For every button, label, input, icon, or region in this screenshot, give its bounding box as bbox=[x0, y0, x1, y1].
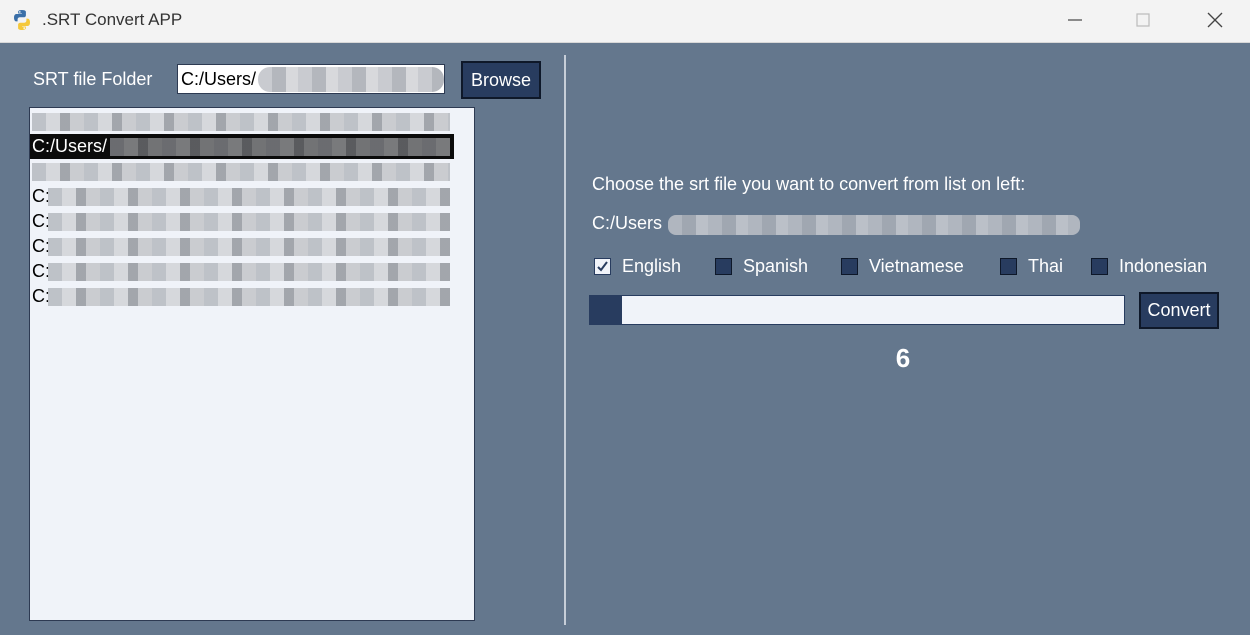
convert-button[interactable]: Convert bbox=[1139, 292, 1219, 329]
progress-counter: 6 bbox=[895, 343, 911, 373]
selected-file-path: C:/Users bbox=[592, 213, 663, 233]
english-checkbox[interactable] bbox=[594, 257, 611, 275]
window-title: .SRT Convert APP bbox=[42, 10, 183, 29]
spanish-checkbox[interactable] bbox=[715, 257, 732, 275]
instruction-text: Choose the srt file you want to convert … bbox=[592, 174, 1026, 194]
maximize-icon bbox=[1136, 13, 1150, 27]
list-item[interactable]: C: bbox=[30, 284, 454, 309]
close-button[interactable] bbox=[1180, 0, 1250, 40]
language-label: English bbox=[622, 255, 682, 276]
language-option-vietnamese[interactable]: Vietnamese bbox=[841, 254, 964, 278]
checkmark-icon bbox=[597, 260, 608, 272]
redacted-region bbox=[48, 288, 450, 306]
vietnamese-checkbox[interactable] bbox=[841, 257, 858, 275]
redacted-region bbox=[48, 213, 450, 231]
language-label: Spanish bbox=[743, 255, 809, 276]
conversion-progress-bar bbox=[589, 295, 1125, 325]
list-item[interactable] bbox=[30, 159, 454, 184]
redacted-region bbox=[258, 67, 444, 92]
vertical-divider bbox=[564, 55, 566, 625]
list-item[interactable]: C: bbox=[30, 234, 454, 259]
list-item[interactable] bbox=[30, 109, 454, 134]
language-option-thai[interactable]: Thai bbox=[1000, 254, 1063, 278]
minimize-icon bbox=[1068, 19, 1082, 21]
app-client-area: SRT file Folder Browse C:/Users/ C: C: C… bbox=[0, 43, 1250, 635]
indonesian-checkbox[interactable] bbox=[1091, 257, 1108, 275]
python-icon bbox=[14, 10, 30, 30]
redacted-region bbox=[32, 113, 450, 131]
folder-label: SRT file Folder bbox=[33, 69, 153, 89]
language-label: Thai bbox=[1028, 255, 1064, 276]
list-item[interactable]: C: bbox=[30, 184, 454, 209]
maximize-button[interactable] bbox=[1108, 0, 1178, 40]
language-option-spanish[interactable]: Spanish bbox=[715, 254, 808, 278]
redacted-region bbox=[48, 188, 450, 206]
language-label: Indonesian bbox=[1119, 255, 1208, 276]
thai-checkbox[interactable] bbox=[1000, 257, 1017, 275]
srt-file-list[interactable]: C:/Users/ C: C: C: C: C: bbox=[29, 107, 475, 621]
list-item[interactable]: C: bbox=[30, 209, 454, 234]
language-option-english[interactable]: English bbox=[594, 254, 681, 278]
redacted-region bbox=[48, 263, 450, 281]
list-item[interactable]: C: bbox=[30, 259, 454, 284]
title-bar: .SRT Convert APP bbox=[0, 0, 1250, 43]
browse-button[interactable]: Browse bbox=[461, 61, 541, 99]
redacted-region bbox=[32, 163, 450, 181]
close-icon bbox=[1207, 12, 1223, 28]
redacted-region bbox=[48, 238, 450, 256]
redacted-region bbox=[110, 138, 450, 156]
minimize-button[interactable] bbox=[1040, 0, 1110, 40]
redacted-region bbox=[668, 215, 1080, 235]
language-label: Vietnamese bbox=[869, 255, 964, 276]
language-option-indonesian[interactable]: Indonesian bbox=[1091, 254, 1207, 278]
progress-fill bbox=[590, 296, 623, 324]
list-item-selected[interactable]: C:/Users/ bbox=[30, 134, 454, 159]
